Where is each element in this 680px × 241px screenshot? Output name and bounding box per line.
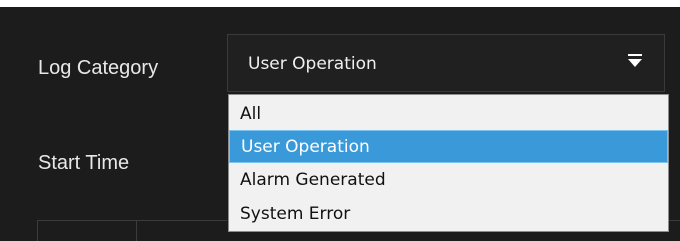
log-category-dropdown-list[interactable]: All User Operation Alarm Generated Syste… — [228, 94, 669, 232]
start-time-label: Start Time — [38, 152, 130, 174]
option-system-error[interactable]: System Error — [229, 198, 668, 231]
chevron-down-icon[interactable] — [628, 54, 642, 67]
table-header-stub — [37, 220, 227, 241]
log-category-selected-value: User Operation — [248, 54, 377, 74]
option-all[interactable]: All — [229, 98, 668, 131]
log-category-select[interactable]: User Operation — [227, 34, 665, 92]
option-user-operation[interactable]: User Operation — [229, 130, 668, 163]
table-header-divider — [669, 220, 680, 221]
option-alarm-generated[interactable]: Alarm Generated — [229, 164, 668, 197]
log-category-label: Log Category — [38, 57, 159, 79]
top-edge-strip — [0, 0, 680, 7]
